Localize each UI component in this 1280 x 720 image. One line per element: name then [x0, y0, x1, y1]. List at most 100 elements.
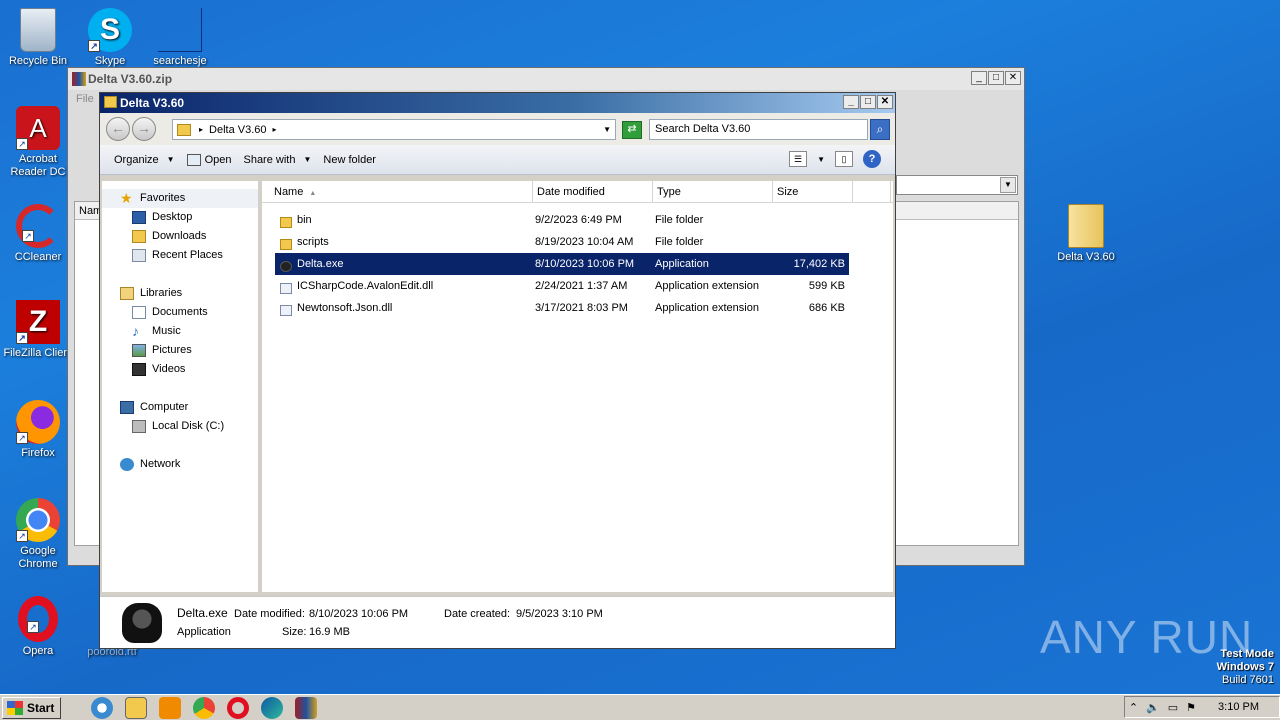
desktop-icon-label: Acrobat Reader DC [10, 153, 66, 178]
minimize-button[interactable]: _ [971, 71, 987, 85]
navigation-pane[interactable]: ★ Favorites Desktop Downloads Recent Plac… [102, 181, 259, 592]
winrar-icon[interactable] [295, 696, 318, 719]
star-icon: ★ [120, 190, 133, 206]
close-button[interactable]: ✕ [1005, 71, 1021, 85]
firefox-icon: ↗ [16, 400, 60, 444]
nav-libraries[interactable]: Libraries [102, 284, 258, 303]
media-player-icon[interactable] [159, 696, 182, 719]
file-row[interactable]: bin 9/2/2023 6:49 PM File folder [275, 209, 849, 231]
desktop-icon-recycle-bin[interactable]: Recycle Bin [0, 8, 76, 68]
document-icon [158, 8, 202, 52]
address-bar[interactable]: ▸ Delta V3.60 ▸ ▼ [172, 119, 616, 140]
network-icon[interactable]: ▭ [1168, 701, 1178, 714]
winrar-title-bar[interactable]: Delta V3.60.zip [68, 68, 1024, 90]
file-name: bin [297, 214, 312, 226]
folder-icon [177, 123, 191, 136]
desktop-icon-firefox[interactable]: ↗ Firefox [0, 400, 76, 460]
desktop-icon-skype[interactable]: S ↗ Skype [72, 8, 148, 68]
chevron-down-icon[interactable]: ▼ [1000, 177, 1016, 193]
desktop-icon-searchesje[interactable]: searchesje [142, 8, 218, 68]
chevron-down-icon[interactable]: ▼ [603, 125, 611, 134]
nav-local-disk[interactable]: Local Disk (C:) [102, 417, 258, 436]
breadcrumb-separator[interactable]: ▸ [199, 125, 203, 134]
details-date-modified: 8/10/2023 10:06 PM [309, 608, 409, 620]
chevron-up-icon[interactable]: ⌃ [1129, 701, 1138, 714]
desktop-icon-opera[interactable]: ↗ Opera [0, 596, 76, 658]
new-folder-button[interactable]: New folder [317, 149, 382, 171]
maximize-button[interactable]: □ [988, 71, 1004, 85]
nav-videos[interactable]: Videos [102, 360, 258, 379]
file-size: 17,402 KB [793, 258, 845, 270]
command-bar: Organize ▼ Open Share with ▼ New folder ☰ … [100, 145, 895, 175]
back-button[interactable]: ← [106, 117, 130, 141]
music-icon: ♪ [132, 323, 139, 339]
column-header-size[interactable]: Size [773, 181, 853, 202]
refresh-button[interactable]: ⇄ [622, 121, 642, 139]
file-size: 599 KB [808, 280, 845, 292]
nav-label: Videos [152, 363, 186, 375]
chrome-icon[interactable] [193, 696, 216, 719]
nav-downloads[interactable]: Downloads [102, 227, 258, 246]
explorer-taskbar-icon[interactable] [125, 696, 148, 719]
nav-desktop[interactable]: Desktop [102, 208, 258, 227]
flag-icon[interactable]: ⚑ [1186, 701, 1196, 714]
nav-recent-places[interactable]: Recent Places [102, 246, 258, 265]
maximize-button[interactable]: □ [860, 95, 876, 109]
chevron-down-icon[interactable]: ▼ [817, 155, 825, 164]
nav-label: Pictures [152, 344, 192, 356]
edge-icon[interactable] [261, 696, 284, 719]
application-icon [122, 603, 162, 643]
opera-icon[interactable] [227, 696, 250, 719]
desktop-icon-acrobat[interactable]: A ↗ Acrobat Reader DC [0, 106, 76, 179]
minimize-button[interactable]: _ [843, 95, 859, 109]
clock[interactable]: 3:10 PM [1218, 701, 1259, 713]
search-input[interactable]: Search Delta V3.60 [649, 119, 868, 140]
desktop-icon [132, 211, 146, 224]
open-button[interactable]: Open [181, 149, 238, 171]
help-icon[interactable]: ? [863, 150, 881, 168]
nav-favorites[interactable]: ★ Favorites [102, 189, 258, 208]
desktop-icon-chrome[interactable]: ↗ Google Chrome [0, 498, 76, 571]
share-with-button[interactable]: Share with ▼ [237, 149, 317, 171]
file-row[interactable]: scripts 8/19/2023 10:04 AM File folder [275, 231, 849, 253]
file-type: Application [655, 258, 709, 270]
windows-logo-icon [7, 700, 23, 715]
file-row[interactable]: ICSharpCode.AvalonEdit.dll 2/24/2021 1:3… [275, 275, 849, 297]
desktop-icon-delta-folder[interactable]: Delta V3.60 [1048, 204, 1124, 264]
breadcrumb-chevron-icon[interactable]: ▸ [273, 125, 277, 134]
forward-button[interactable]: → [132, 117, 156, 141]
column-header-date-modified[interactable]: Date modified [533, 181, 653, 202]
nav-network[interactable]: Network [102, 455, 258, 474]
nav-documents[interactable]: Documents [102, 303, 258, 322]
speaker-icon[interactable]: 🔈 [1146, 701, 1160, 714]
folder-icon [1068, 204, 1104, 248]
file-date: 2/24/2021 1:37 AM [535, 280, 628, 292]
breadcrumb[interactable]: Delta V3.60 [209, 124, 266, 136]
new-folder-label: New folder [323, 153, 376, 166]
view-options-icon[interactable]: ☰ [789, 151, 808, 167]
close-button[interactable]: ✕ [877, 95, 893, 109]
desktop-icon-label: Recycle Bin [8, 55, 68, 67]
desktop-icon-filezilla[interactable]: Z ↗ FileZilla Client [0, 300, 76, 360]
explorer-title-bar[interactable]: Delta V3.60 _ □ ✕ [100, 93, 895, 113]
nav-music[interactable]: ♪ Music [102, 322, 258, 341]
search-icon[interactable]: ⌕ [870, 119, 890, 140]
file-type: File folder [655, 214, 704, 226]
desktop-icon-ccleaner[interactable]: ↗ CCleaner [0, 204, 76, 264]
organize-button[interactable]: Organize ▼ [108, 149, 181, 171]
opera-icon: ↗ [18, 596, 58, 642]
file-list[interactable]: Name ▲ Date modified Type Size bin 9/2/20… [262, 181, 893, 592]
file-type: Application extension [655, 302, 759, 314]
start-button[interactable]: Start [2, 696, 62, 719]
path-combo[interactable]: ▼ [896, 175, 1018, 195]
file-row[interactable]: Newtonsoft.Json.dll 3/17/2021 8:03 PM Ap… [275, 297, 849, 319]
column-header-type[interactable]: Type [653, 181, 773, 202]
nav-pictures[interactable]: Pictures [102, 341, 258, 360]
nav-computer[interactable]: Computer [102, 398, 258, 417]
ccleaner-icon: ↗ [16, 204, 60, 248]
preview-pane-icon[interactable]: ▯ [835, 151, 853, 167]
column-header-name[interactable]: Name ▲ [262, 181, 533, 202]
file-row-selected[interactable]: Delta.exe 8/10/2023 10:06 PM Application… [275, 253, 849, 275]
internet-explorer-icon[interactable] [91, 696, 114, 719]
explorer-window[interactable]: Delta V3.60 _ □ ✕ ← → ▸ Delta V3.60 ▸ ▼ … [99, 92, 896, 649]
